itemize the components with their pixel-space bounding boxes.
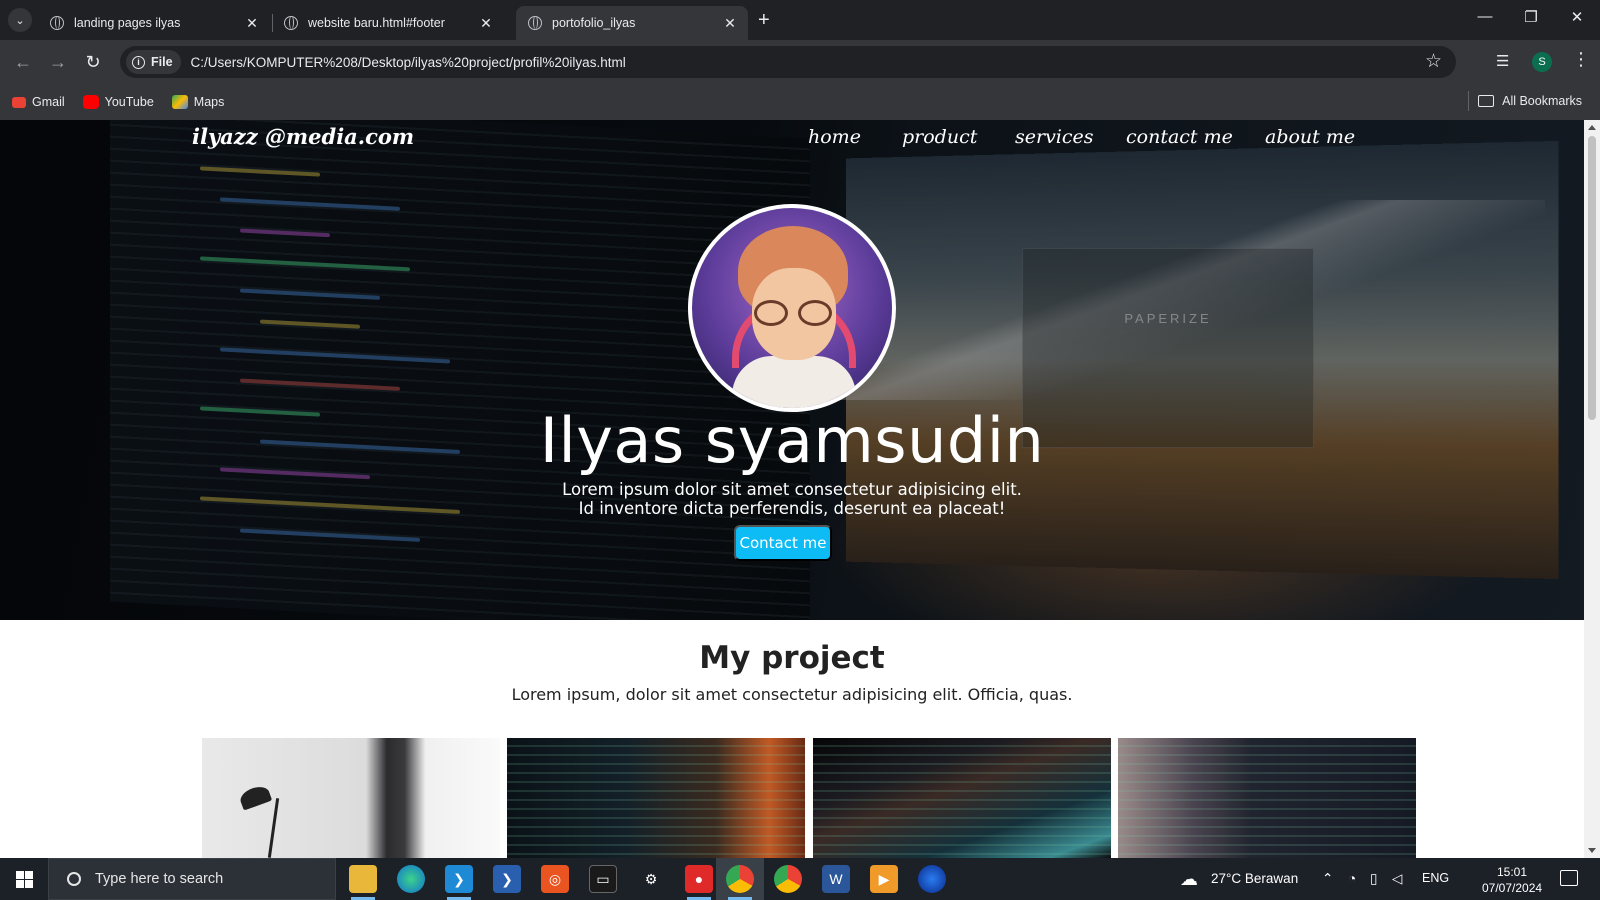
hero-name: Ilyas syamsudin xyxy=(0,404,1584,477)
gmail-icon xyxy=(12,97,26,108)
taskbar-search-box[interactable]: Type here to search xyxy=(48,858,336,900)
reload-button[interactable]: ↻ xyxy=(82,51,104,73)
scroll-up-arrow[interactable] xyxy=(1588,125,1596,130)
tab-title: landing pages ilyas xyxy=(74,16,244,30)
battery-icon[interactable]: ▯ xyxy=(1370,871,1377,887)
windows-start-icon[interactable] xyxy=(16,871,33,888)
nav-product[interactable]: product xyxy=(902,126,977,148)
bookmark-star-icon[interactable]: ☆ xyxy=(1425,50,1442,73)
forward-button[interactable]: → xyxy=(47,51,69,73)
network-icon[interactable]: ◔ xyxy=(1348,871,1356,886)
word-icon[interactable]: W xyxy=(822,865,850,893)
youtube-icon xyxy=(83,95,99,109)
close-tab-icon[interactable]: ✕ xyxy=(244,15,260,32)
project-thumbnail-code-laptop[interactable] xyxy=(1118,738,1416,858)
tab-landing-pages[interactable]: landing pages ilyas ✕ xyxy=(38,6,270,40)
brand-logo[interactable]: ilyazz @media.com xyxy=(192,124,414,149)
site-info-chip[interactable]: i File xyxy=(126,50,181,74)
globe-icon xyxy=(528,16,542,30)
tab-title: portofolio_ilyas xyxy=(552,16,722,30)
search-placeholder: Type here to search xyxy=(95,871,223,887)
screen-recorder-icon[interactable]: ● xyxy=(685,865,713,893)
project-section-title: My project xyxy=(0,640,1584,676)
tab-search-button[interactable]: ⌄ xyxy=(8,8,32,32)
profile-avatar-image xyxy=(688,204,896,412)
address-bar[interactable]: i File C:/Users/KOMPUTER%208/Desktop/ily… xyxy=(120,46,1456,78)
site-info-label: File xyxy=(151,55,173,69)
restore-button[interactable]: ❐ xyxy=(1516,8,1546,26)
nav-home[interactable]: home xyxy=(808,126,861,148)
browser-toolbar: ← → ↻ i File C:/Users/KOMPUTER%208/Deskt… xyxy=(0,40,1600,84)
language-indicator[interactable]: ENG xyxy=(1422,871,1449,885)
bookmark-label: Maps xyxy=(194,95,225,109)
search-icon xyxy=(67,872,81,886)
page-scrollbar[interactable] xyxy=(1584,120,1600,858)
scroll-down-arrow[interactable] xyxy=(1588,848,1596,853)
hero-line-2: Id inventore dicta perferendis, deserunt… xyxy=(0,499,1584,518)
info-icon: i xyxy=(132,56,145,69)
ubuntu-icon[interactable]: ◎ xyxy=(541,865,569,893)
vscode-icon[interactable]: ❯ xyxy=(445,865,473,893)
tab-website-baru[interactable]: website baru.html#footer ✕ xyxy=(272,6,504,40)
nav-services[interactable]: services xyxy=(1015,126,1094,148)
menu-icon[interactable]: ⋮ xyxy=(1572,49,1590,70)
tab-portofolio[interactable]: portofolio_ilyas ✕ xyxy=(516,6,748,40)
tab-strip: ⌄ landing pages ilyas ✕ website baru.htm… xyxy=(0,0,1600,40)
bookmark-maps[interactable]: Maps xyxy=(172,95,225,109)
back-button[interactable]: ← xyxy=(12,51,34,73)
new-tab-button[interactable]: + xyxy=(758,9,770,32)
weather-text[interactable]: 27°C Berawan xyxy=(1211,871,1298,886)
maps-icon xyxy=(172,95,188,109)
taskbar-clock[interactable]: 15:01 07/07/2024 xyxy=(1482,864,1542,896)
edge-icon[interactable] xyxy=(397,865,425,893)
profile-avatar[interactable]: S xyxy=(1532,52,1552,72)
all-bookmarks-button[interactable]: All Bookmarks xyxy=(1478,94,1582,108)
project-thumbnail-lamp[interactable] xyxy=(202,738,500,858)
bookmark-label: YouTube xyxy=(105,95,154,109)
weather-icon[interactable]: ☁ xyxy=(1180,869,1198,890)
minimize-button[interactable]: — xyxy=(1470,8,1500,25)
globe-icon xyxy=(284,16,298,30)
reading-list-icon[interactable]: ☰ xyxy=(1496,52,1509,70)
scrollbar-thumb[interactable] xyxy=(1588,136,1596,420)
windows-taskbar: Type here to search ❯ ❯ ◎ ▭ ⚙ ● W ▶ ☁ 27… xyxy=(0,858,1600,900)
page-viewport: PAPERIZE ilyazz @media.com home product … xyxy=(0,120,1584,858)
chrome-icon[interactable] xyxy=(726,865,754,893)
volume-icon[interactable]: ◁ xyxy=(1392,871,1402,887)
notification-icon[interactable] xyxy=(1560,870,1578,886)
hero-section: PAPERIZE ilyazz @media.com home product … xyxy=(0,120,1584,620)
project-section-subtitle: Lorem ipsum, dolor sit amet consectetur … xyxy=(0,685,1584,704)
terminal-icon[interactable]: ▭ xyxy=(589,865,617,893)
folder-icon xyxy=(1478,95,1494,107)
project-thumbnail-code-dark[interactable] xyxy=(507,738,805,858)
hero-line-1: Lorem ipsum dolor sit amet consectetur a… xyxy=(0,480,1584,499)
close-tab-icon[interactable]: ✕ xyxy=(478,15,494,32)
media-player-icon[interactable]: ▶ xyxy=(870,865,898,893)
clock-time: 15:01 xyxy=(1482,864,1542,880)
url-text[interactable]: C:/Users/KOMPUTER%208/Desktop/ilyas%20pr… xyxy=(191,55,626,70)
chrome-alt-icon[interactable] xyxy=(774,865,802,893)
bookmark-label: Gmail xyxy=(32,95,65,109)
tab-title: website baru.html#footer xyxy=(308,16,478,30)
all-bookmarks-label: All Bookmarks xyxy=(1502,94,1582,108)
powershell-icon[interactable]: ❯ xyxy=(493,865,521,893)
file-explorer-icon[interactable] xyxy=(349,865,377,893)
contact-me-button[interactable]: Contact me xyxy=(734,525,832,561)
bookmark-youtube[interactable]: YouTube xyxy=(83,95,154,109)
nav-about-me[interactable]: about me xyxy=(1265,126,1355,148)
close-window-button[interactable]: ✕ xyxy=(1562,8,1592,26)
bookmarks-divider xyxy=(1468,91,1469,111)
bookmark-gmail[interactable]: Gmail xyxy=(12,95,65,109)
bookmarks-bar: Gmail YouTube Maps All Bookmarks xyxy=(0,84,1600,120)
tray-chevron-icon[interactable]: ⌃ xyxy=(1322,871,1333,887)
settings-icon[interactable]: ⚙ xyxy=(637,865,665,893)
hero-description: Lorem ipsum dolor sit amet consectetur a… xyxy=(0,480,1584,518)
nav-contact-me[interactable]: contact me xyxy=(1126,126,1233,148)
browser-icon[interactable] xyxy=(918,865,946,893)
project-thumbnail-monitor[interactable] xyxy=(813,738,1111,858)
clock-date: 07/07/2024 xyxy=(1482,880,1542,896)
close-tab-icon[interactable]: ✕ xyxy=(722,15,738,32)
globe-icon xyxy=(50,16,64,30)
